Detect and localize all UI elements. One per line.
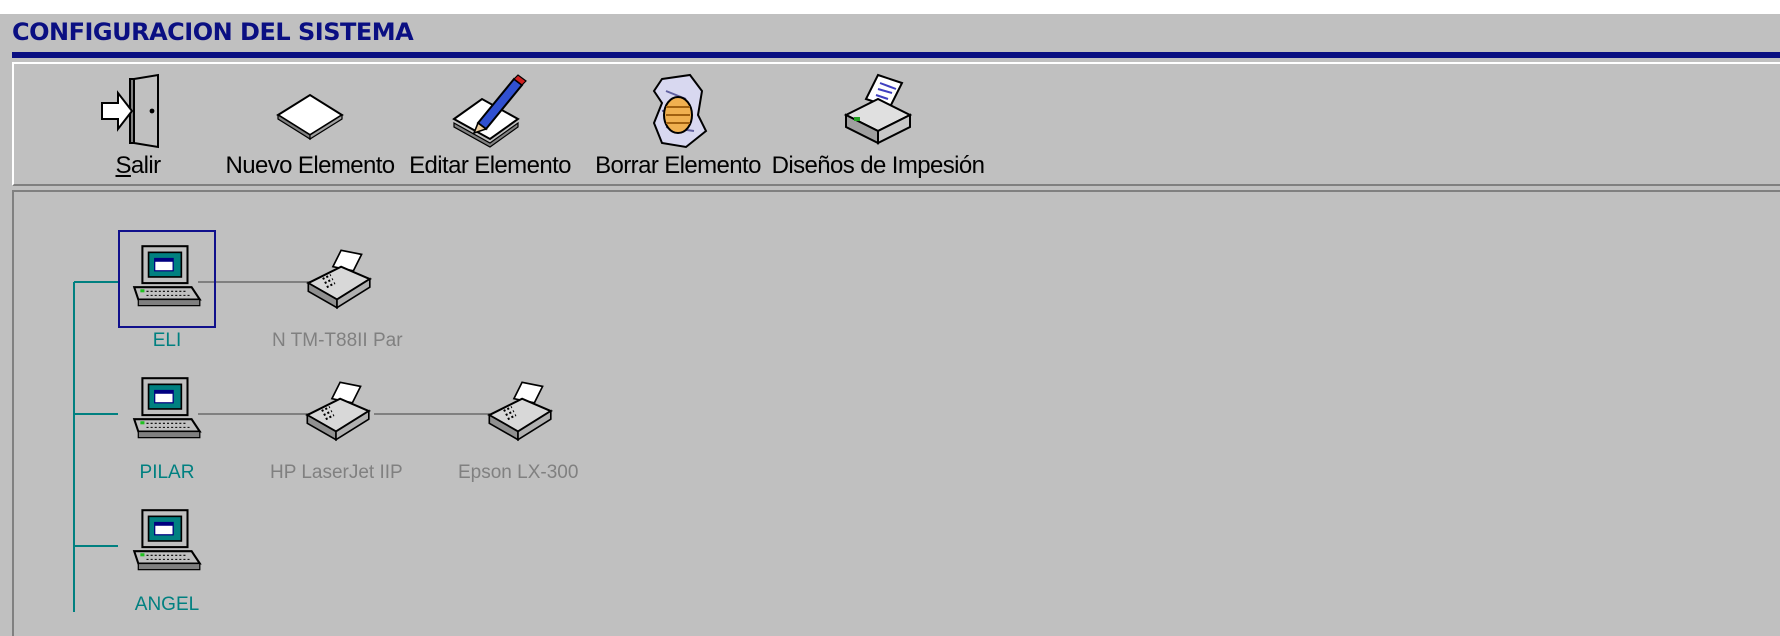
printer-node-eli-1[interactable]: N TM-T88II Par — [272, 238, 403, 352]
salir-label: Salir — [115, 152, 161, 179]
computer-label: ELI — [152, 330, 182, 351]
exit-door-icon — [101, 73, 159, 149]
printer-icon — [305, 381, 372, 442]
printer-label: Epson LX-300 — [458, 462, 579, 483]
printer-label: N TM-T88II Par — [272, 330, 403, 351]
nuevo-elemento-label: Nuevo Elemento — [225, 152, 395, 179]
title-rule — [12, 52, 1780, 58]
printer-icon — [487, 381, 554, 442]
borrar-elemento-button[interactable]: Borrar Elemento — [595, 64, 761, 182]
crumple-delete-icon — [652, 73, 708, 149]
editar-elemento-button[interactable]: Editar Elemento — [409, 64, 571, 182]
nuevo-elemento-button[interactable]: Nuevo Elemento — [225, 64, 395, 182]
toolbar: Salir Nuevo Elemento Editar Elemento Bor… — [12, 62, 1780, 186]
edit-pencil-icon — [452, 74, 527, 148]
computer-node-eli[interactable]: ELI — [118, 230, 216, 352]
printer-label: HP LaserJet IIP — [270, 462, 403, 483]
top-strip — [0, 0, 1780, 14]
computer-icon — [132, 509, 202, 571]
computer-icon — [132, 377, 202, 439]
computer-label: ANGEL — [134, 594, 200, 615]
printer-icon — [843, 73, 913, 145]
printer-node-pilar-2[interactable]: Epson LX-300 — [458, 370, 578, 484]
new-document-icon — [276, 93, 344, 141]
borrar-elemento-label: Borrar Elemento — [595, 152, 761, 179]
disenos-impresion-label: Diseños de Impesión — [771, 152, 985, 179]
computer-label: PILAR — [139, 462, 195, 483]
network-tree-canvas: ELI PILAR ANGEL N TM-T88II Par HP LaserJ… — [12, 190, 1780, 636]
computer-node-angel[interactable]: ANGEL — [126, 502, 208, 616]
printer-node-pilar-1[interactable]: HP LaserJet IIP — [270, 370, 403, 484]
computer-node-pilar[interactable]: PILAR — [126, 370, 208, 484]
window-title: CONFIGURACION DEL SISTEMA — [12, 18, 414, 46]
printer-icon — [306, 249, 373, 310]
title-bar: CONFIGURACION DEL SISTEMA — [0, 14, 1780, 50]
editar-elemento-label: Editar Elemento — [409, 152, 571, 179]
computer-icon — [118, 230, 216, 328]
disenos-impresion-button[interactable]: Diseños de Impesión — [772, 64, 985, 182]
salir-button[interactable]: Salir — [78, 64, 198, 182]
